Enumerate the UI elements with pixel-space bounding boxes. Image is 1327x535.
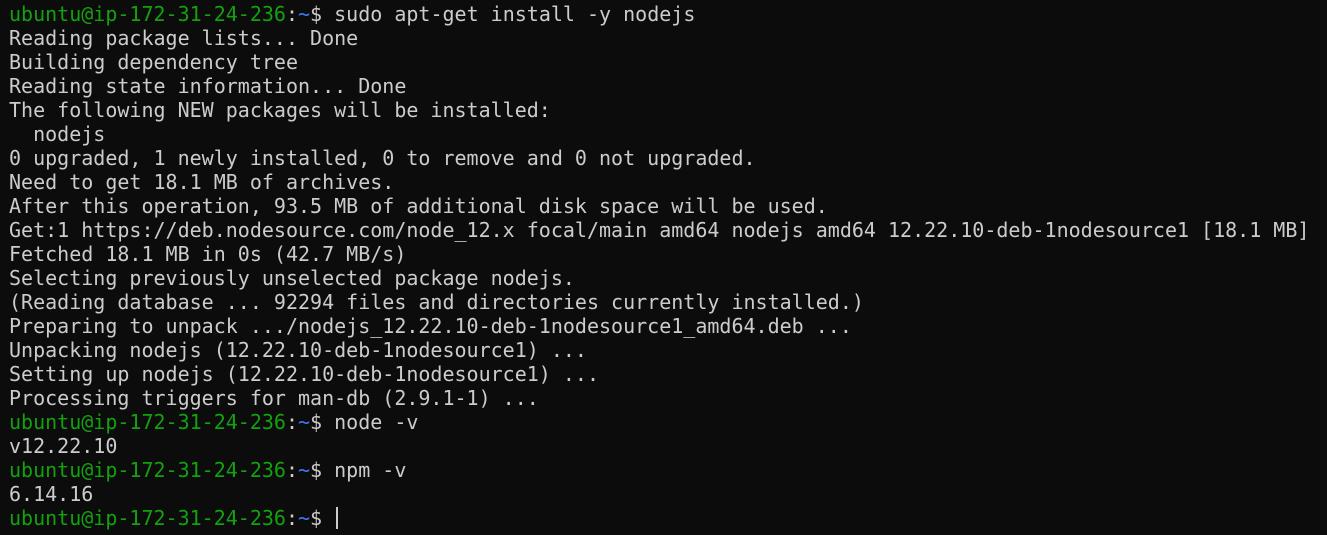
- prompt-symbol: $: [310, 506, 323, 530]
- command-text: [322, 506, 334, 530]
- prompt-separator: :: [285, 2, 298, 26]
- output-line: 0 upgraded, 1 newly installed, 0 to remo…: [9, 146, 1327, 170]
- output-text: Need to get 18.1 MB of archives.: [9, 170, 395, 194]
- output-line: Preparing to unpack .../nodejs_12.22.10-…: [9, 314, 1327, 338]
- output-text: Reading state information... Done: [9, 74, 407, 98]
- output-line: Need to get 18.1 MB of archives.: [9, 170, 1327, 194]
- output-text: Reading package lists... Done: [9, 26, 359, 50]
- output-line: Selecting previously unselected package …: [9, 266, 1327, 290]
- output-text: After this operation, 93.5 MB of additio…: [9, 194, 828, 218]
- output-text: The following NEW packages will be insta…: [9, 98, 551, 122]
- prompt-user-host: ubuntu@ip-172-31-24-236: [9, 410, 286, 434]
- output-text: v12.22.10: [9, 434, 118, 458]
- prompt-path: ~: [298, 2, 311, 26]
- output-text: Processing triggers for man-db (2.9.1-1)…: [9, 386, 539, 410]
- output-text: Setting up nodejs (12.22.10-deb-1nodesou…: [9, 362, 600, 386]
- output-line: Fetched 18.1 MB in 0s (42.7 MB/s): [9, 242, 1327, 266]
- prompt-path: ~: [298, 506, 311, 530]
- output-text: Building dependency tree: [9, 50, 298, 74]
- prompt-separator: :: [285, 410, 298, 434]
- command-text: node -v: [322, 410, 419, 434]
- output-line: Get:1 https://deb.nodesource.com/node_12…: [9, 218, 1327, 242]
- prompt-user-host: ubuntu@ip-172-31-24-236: [9, 506, 286, 530]
- prompt-user-host: ubuntu@ip-172-31-24-236: [9, 458, 286, 482]
- output-line: Reading state information... Done: [9, 74, 1327, 98]
- prompt-symbol: $: [310, 458, 323, 482]
- prompt-symbol: $: [310, 410, 323, 434]
- output-line: After this operation, 93.5 MB of additio…: [9, 194, 1327, 218]
- output-text: (Reading database ... 92294 files and di…: [9, 290, 864, 314]
- prompt-line: ubuntu@ip-172-31-24-236:~$: [9, 506, 1327, 530]
- output-text: Unpacking nodejs (12.22.10-deb-1nodesour…: [9, 338, 587, 362]
- output-text: nodejs: [9, 122, 106, 146]
- prompt-symbol: $: [310, 2, 323, 26]
- output-line: v12.22.10: [9, 434, 1327, 458]
- prompt-separator: :: [285, 458, 298, 482]
- output-line: Building dependency tree: [9, 50, 1327, 74]
- prompt-path: ~: [298, 458, 311, 482]
- prompt-separator: :: [285, 506, 298, 530]
- output-line: Processing triggers for man-db (2.9.1-1)…: [9, 386, 1327, 410]
- prompt-line: ubuntu@ip-172-31-24-236:~$ npm -v: [9, 458, 1327, 482]
- output-text: Get:1 https://deb.nodesource.com/node_12…: [9, 218, 1310, 242]
- output-text: Selecting previously unselected package …: [9, 266, 575, 290]
- text-cursor[interactable]: [336, 507, 339, 529]
- output-line: Setting up nodejs (12.22.10-deb-1nodesou…: [9, 362, 1327, 386]
- output-line: Reading package lists... Done: [9, 26, 1327, 50]
- output-line: (Reading database ... 92294 files and di…: [9, 290, 1327, 314]
- output-line: nodejs: [9, 122, 1327, 146]
- output-text: Preparing to unpack .../nodejs_12.22.10-…: [9, 314, 852, 338]
- prompt-path: ~: [298, 410, 311, 434]
- output-text: 6.14.16: [9, 482, 94, 506]
- output-line: The following NEW packages will be insta…: [9, 98, 1327, 122]
- output-text: Fetched 18.1 MB in 0s (42.7 MB/s): [9, 242, 407, 266]
- command-text: sudo apt-get install -y nodejs: [322, 2, 696, 26]
- output-line: Unpacking nodejs (12.22.10-deb-1nodesour…: [9, 338, 1327, 362]
- output-text: 0 upgraded, 1 newly installed, 0 to remo…: [9, 146, 756, 170]
- output-line: 6.14.16: [9, 482, 1327, 506]
- command-text: npm -v: [322, 458, 407, 482]
- terminal-window[interactable]: ubuntu@ip-172-31-24-236:~$ sudo apt-get …: [0, 0, 1327, 535]
- prompt-line: ubuntu@ip-172-31-24-236:~$ sudo apt-get …: [9, 2, 1327, 26]
- prompt-user-host: ubuntu@ip-172-31-24-236: [9, 2, 286, 26]
- prompt-line: ubuntu@ip-172-31-24-236:~$ node -v: [9, 410, 1327, 434]
